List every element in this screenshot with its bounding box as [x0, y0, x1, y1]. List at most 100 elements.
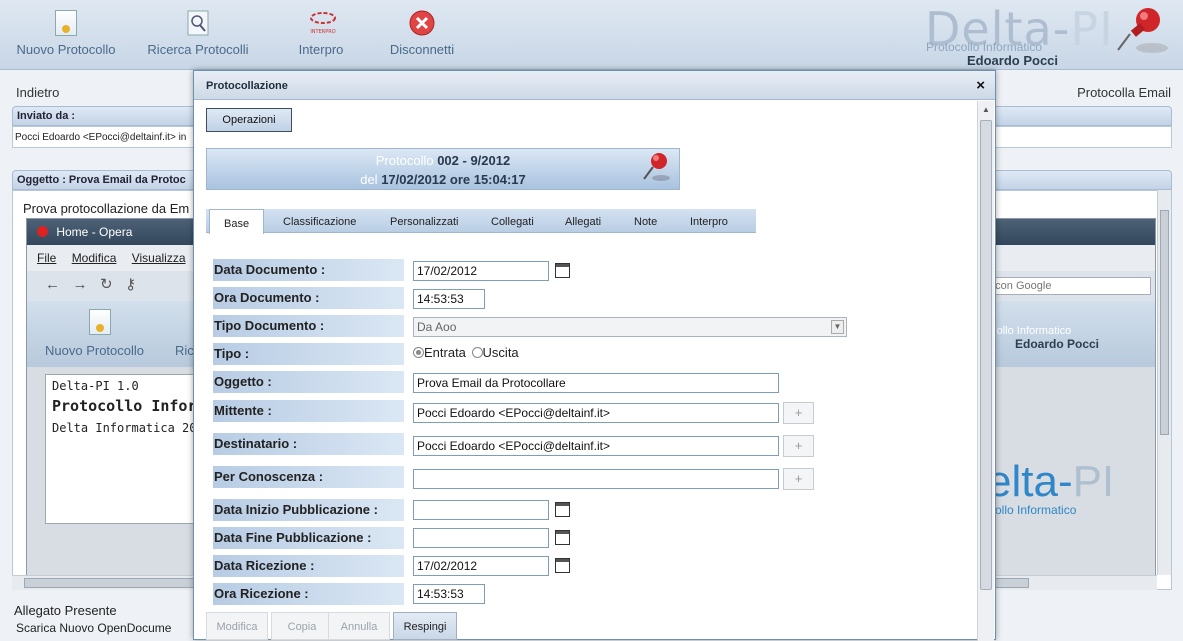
data-inizio-pubblicazione-input[interactable]: [413, 500, 549, 520]
protocolla-email-link[interactable]: Protocolla Email: [1077, 85, 1171, 100]
tab-personalizzati[interactable]: Personalizzati: [390, 216, 458, 228]
protocollo-label: Protocollo: [375, 153, 434, 168]
tab-allegati[interactable]: Allegati: [565, 216, 601, 228]
uscita-label: Uscita: [482, 345, 519, 360]
dialog-title: Protocollazione: [206, 80, 288, 92]
logged-user: Edoardo Pocci: [967, 53, 1059, 68]
background-vertical-scrollbar[interactable]: [1157, 190, 1171, 575]
tipo-radio-group: Entrata Uscita: [413, 345, 519, 360]
dialog-header: Protocollazione ×: [194, 71, 995, 100]
protocol-pin-icon: [643, 153, 670, 181]
disconnetti-label: Disconnetti: [389, 42, 455, 57]
ricerca-protocolli-label: Ricerca Protocolli: [147, 42, 249, 57]
ricerca-protocolli-button[interactable]: Ricerca Protocolli: [142, 6, 254, 66]
ora-documento-label: Ora Documento :: [213, 287, 404, 309]
tab-note[interactable]: Note: [634, 216, 657, 228]
inner-big-logo-text: elta-: [987, 457, 1073, 506]
reload-icon[interactable]: ↻: [100, 276, 113, 293]
allegato-presente-label: Allegato Presente: [14, 603, 117, 618]
data-fine-pubblicazione-label: Data Fine Pubblicazione :: [213, 527, 404, 549]
disconnetti-button[interactable]: Disconnetti: [384, 6, 460, 66]
opera-logo-icon: [37, 226, 48, 237]
data-inizio-pubblicazione-label: Data Inizio Pubblicazione :: [213, 499, 404, 521]
destinatario-input[interactable]: Pocci Edoardo <EPocci@deltainf.it>: [413, 436, 779, 456]
inviato-da-value: Pocci Edoardo <EPocci@deltainf.it> in: [15, 132, 187, 143]
add-per-conoscenza-button[interactable]: +: [783, 468, 814, 490]
dialog-scrollbar[interactable]: ▲: [977, 101, 994, 641]
data-documento-input[interactable]: 17/02/2012: [413, 261, 549, 281]
new-document-icon: [53, 10, 79, 36]
entrata-label: Entrata: [424, 345, 466, 360]
annulla-button[interactable]: Annulla: [328, 612, 390, 640]
chevron-down-icon: ▼: [831, 320, 844, 334]
operazioni-button[interactable]: Operazioni: [206, 108, 292, 132]
calendar-icon[interactable]: [555, 502, 570, 517]
inner-logo-subtitle: ocollo Informatico: [985, 325, 1072, 337]
dialog-scrollbar-thumb[interactable]: [980, 120, 992, 590]
menu-modifica[interactable]: Modifica: [72, 251, 117, 265]
back-arrow-icon[interactable]: ←: [45, 276, 60, 293]
calendar-icon[interactable]: [555, 263, 570, 278]
inner-big-logo: elta-PI: [987, 457, 1114, 507]
per-conoscenza-label: Per Conoscenza :: [213, 466, 404, 488]
uscita-radio[interactable]: [471, 347, 483, 358]
nuovo-protocollo-label: Nuovo Protocollo: [16, 42, 116, 57]
protocollo-number: 002 - 9/2012: [437, 153, 511, 168]
back-link[interactable]: Indietro: [16, 85, 59, 100]
close-icon[interactable]: ×: [976, 77, 985, 94]
menu-file[interactable]: File: [37, 251, 56, 265]
nuovo-protocollo-button[interactable]: Nuovo Protocollo: [10, 6, 122, 66]
mittente-input[interactable]: Pocci Edoardo <EPocci@deltainf.it>: [413, 403, 779, 423]
ora-ricezione-label: Ora Ricezione :: [213, 583, 404, 605]
scarica-link[interactable]: Scarica Nuovo OpenDocume: [16, 621, 171, 635]
logo-pi: PI: [1070, 2, 1114, 56]
oggetto-header-label: Oggetto : Prova Email da Protoc: [17, 174, 186, 186]
interpro-logo-text: INTERPRO: [310, 29, 335, 35]
interpro-button[interactable]: INTERPRO Interpro: [288, 6, 354, 66]
data-fine-pubblicazione-input[interactable]: [413, 528, 549, 548]
scroll-up-icon[interactable]: ▲: [982, 105, 990, 114]
tab-classificazione[interactable]: Classificazione: [283, 216, 356, 228]
tab-collegati[interactable]: Collegati: [491, 216, 534, 228]
interpro-label: Interpro: [298, 42, 344, 57]
data-ricezione-label: Data Ricezione :: [213, 555, 404, 577]
tipo-documento-value: Da Aoo: [417, 320, 457, 334]
data-ricezione-input[interactable]: 17/02/2012: [413, 556, 549, 576]
search-document-icon: [185, 10, 211, 36]
calendar-icon[interactable]: [555, 530, 570, 545]
tipo-documento-label: Tipo Documento :: [213, 315, 404, 337]
pushpin-icon: [1117, 8, 1168, 53]
tab-base[interactable]: Base: [209, 209, 265, 234]
inner-new-document-icon: [89, 309, 111, 335]
ora-documento-input[interactable]: 14:53:53: [413, 289, 485, 309]
del-label: del: [360, 172, 378, 187]
tipo-documento-select[interactable]: Da Aoo ▼: [413, 317, 847, 337]
calendar-icon[interactable]: [555, 558, 570, 573]
inner-big-logo-subtitle: collo Informatico: [989, 503, 1077, 517]
modifica-button[interactable]: Modifica: [206, 612, 268, 640]
add-destinatario-button[interactable]: +: [783, 435, 814, 457]
tab-interpro[interactable]: Interpro: [690, 216, 728, 228]
entrata-radio[interactable]: [413, 347, 424, 358]
opera-title-text: Home - Opera: [56, 225, 133, 239]
google-search-field[interactable]: a con Google: [981, 277, 1151, 295]
inner-big-logo-pi: PI: [1072, 457, 1115, 506]
oggetto-input[interactable]: Prova Email da Protocollare: [413, 373, 779, 393]
ora-ricezione-input[interactable]: 14:53:53: [413, 584, 485, 604]
inviato-da-label: Inviato da :: [17, 110, 76, 122]
data-documento-label: Data Documento :: [213, 259, 404, 281]
disconnect-icon: [409, 10, 435, 36]
email-body-text: Prova protocollazione da Em: [23, 201, 190, 216]
scrollbar-thumb[interactable]: [1160, 210, 1169, 435]
destinatario-label: Destinatario :: [213, 433, 404, 455]
add-mittente-button[interactable]: +: [783, 402, 814, 424]
protocollo-date: 17/02/2012 ore 15:04:17: [381, 172, 526, 187]
key-icon[interactable]: ⚷: [125, 276, 136, 293]
tipo-label: Tipo :: [213, 343, 404, 365]
respingi-button[interactable]: Respingi: [393, 612, 457, 640]
mittente-label: Mittente :: [213, 400, 404, 422]
menu-visualizza[interactable]: Visualizza: [132, 251, 186, 265]
copia-button[interactable]: Copia: [271, 612, 333, 640]
per-conoscenza-input[interactable]: [413, 469, 779, 489]
forward-arrow-icon[interactable]: →: [73, 276, 88, 293]
